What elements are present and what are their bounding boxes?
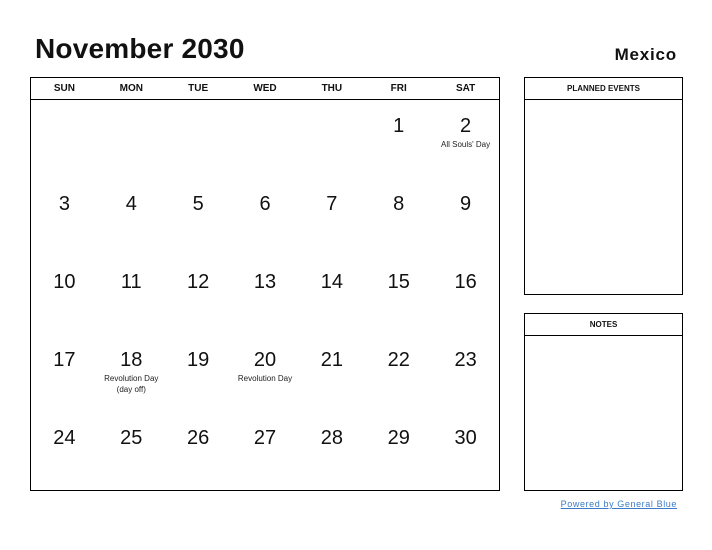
country-label: Mexico [614,45,677,64]
holiday-label: All Souls' Day [441,140,491,149]
day-cell: 14 [298,256,365,334]
empty-day-cell [298,100,365,178]
day-number: 25 [120,427,143,449]
day-number: 10 [53,271,76,293]
day-cell: 13 [232,256,299,334]
day-number: 27 [253,427,277,449]
weekday-header: FRI [390,83,407,94]
weekday-header: WED [253,83,277,94]
day-cell: 23 [432,334,499,412]
day-cell: 20 Revolution Day [232,334,299,412]
weekday-header: TUE [188,83,209,94]
weekday-header: THU [321,83,343,94]
day-cell: 7 [298,178,365,256]
day-number: 24 [53,427,76,449]
day-cell: 30 [432,412,499,490]
week-row: 24 25 26 27 28 29 30 [31,412,499,490]
weekday-header: SUN [53,83,75,94]
holiday-label: Revolution Day [237,374,293,383]
day-cell: 12 [165,256,232,334]
holiday-label: Revolution Day (day off) [104,374,159,394]
day-number: 18 [120,349,143,371]
day-number: 5 [192,193,204,215]
page-title: November 2030 [35,33,245,64]
day-cell: 5 [165,178,232,256]
day-cell: 18 Revolution Day (day off) [98,334,165,412]
day-cell: 4 [98,178,165,256]
empty-day-cell [232,100,299,178]
day-number: 4 [125,193,137,215]
day-cell: 24 [31,412,98,490]
empty-day-cell [98,100,165,178]
empty-day-cell [165,100,232,178]
weekday-header: MON [119,83,143,94]
notes-heading: NOTES [525,314,682,336]
day-cell: 1 [365,100,432,178]
day-number: 14 [320,271,343,293]
day-cell: 10 [31,256,98,334]
day-cell: 15 [365,256,432,334]
day-cell: 29 [365,412,432,490]
empty-day-cell [31,100,98,178]
day-cell: 9 [432,178,499,256]
day-number: 15 [387,271,410,293]
day-number: 7 [326,193,338,215]
day-cell: 2 All Souls' Day [432,100,499,178]
day-number: 1 [393,115,405,137]
day-number: 9 [460,193,472,215]
day-cell: 19 [165,334,232,412]
day-cell: 22 [365,334,432,412]
notes-panel: NOTES [524,313,683,491]
day-cell: 25 [98,412,165,490]
day-number: 13 [253,271,277,293]
day-number: 30 [454,427,477,449]
week-row: 17 18 Revolution Day (day off) 19 20 Revoluti… [31,334,499,412]
planned-events-heading: PLANNED EVENTS [525,78,682,100]
day-number: 6 [259,193,271,215]
week-row: 3 4 5 6 7 8 9 [31,178,499,256]
day-cell: 28 [298,412,365,490]
day-number: 8 [393,193,405,215]
day-number: 3 [58,193,70,215]
day-number: 19 [187,349,210,371]
week-row: 1 2 All Souls' Day [31,100,499,178]
day-cell: 3 [31,178,98,256]
day-number: 2 [460,115,472,137]
day-number: 26 [187,427,210,449]
day-number: 20 [253,349,277,371]
planned-events-panel: PLANNED EVENTS [524,77,683,295]
day-cell: 6 [232,178,299,256]
day-cell: 8 [365,178,432,256]
day-number: 21 [320,349,343,371]
day-number: 23 [454,349,477,371]
day-cell: 26 [165,412,232,490]
day-number: 12 [187,271,210,293]
day-cell: 16 [432,256,499,334]
week-row: 10 11 12 13 14 15 16 [31,256,499,334]
day-number: 11 [120,271,142,293]
calendar-grid: SUN MON TUE WED THU FRI SAT 1 2 All Souls'… [30,77,500,491]
day-cell: 17 [31,334,98,412]
day-number: 17 [53,349,76,371]
day-number: 22 [387,349,410,371]
day-cell: 11 [98,256,165,334]
day-cell: 27 [232,412,299,490]
day-cell: 21 [298,334,365,412]
day-number: 29 [387,427,410,449]
weekday-header-row: SUN MON TUE WED THU FRI SAT [31,78,499,100]
weeks-container: 1 2 All Souls' Day 3 4 5 6 7 8 9 10 11 12 13 14 15 16 17 1… [31,100,499,490]
powered-by-link[interactable]: Powered by General Blue [561,499,677,509]
day-number: 28 [320,427,343,449]
day-number: 16 [454,271,477,293]
weekday-header: SAT [455,83,476,94]
